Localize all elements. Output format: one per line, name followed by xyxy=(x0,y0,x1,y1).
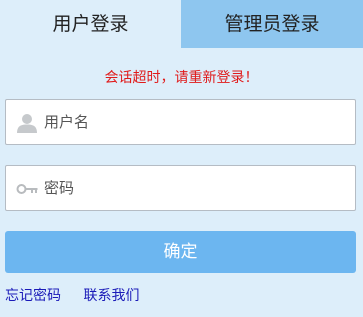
username-field[interactable] xyxy=(5,99,356,145)
footer-links: 忘记密码 联系我们 xyxy=(5,285,157,305)
key-icon xyxy=(16,179,38,199)
tab-user-login[interactable]: 用户登录 xyxy=(0,0,181,48)
submit-button[interactable]: 确定 xyxy=(5,231,356,273)
session-timeout-message: 会话超时，请重新登录！ xyxy=(104,70,259,86)
login-tabs: 用户登录 管理员登录 xyxy=(0,0,363,48)
tab-admin-login[interactable]: 管理员登录 xyxy=(181,0,363,48)
password-input[interactable] xyxy=(44,166,344,210)
user-icon xyxy=(16,113,38,133)
forgot-password-link[interactable]: 忘记密码 xyxy=(5,288,61,304)
contact-us-link[interactable]: 联系我们 xyxy=(83,288,139,304)
username-input[interactable] xyxy=(44,100,344,144)
password-field[interactable] xyxy=(5,165,356,211)
